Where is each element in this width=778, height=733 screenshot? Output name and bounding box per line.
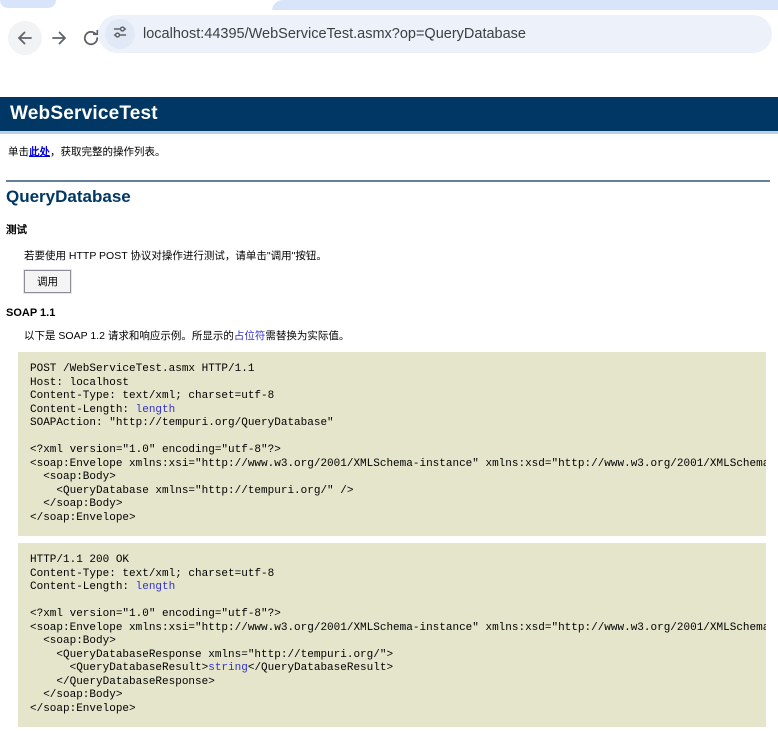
band-underline — [0, 131, 778, 134]
invoke-button[interactable]: 调用 — [24, 270, 71, 293]
address-bar[interactable]: localhost:44395/WebServiceTest.asmx?op=Q… — [98, 15, 772, 53]
site-settings-button[interactable] — [105, 19, 135, 49]
back-button[interactable] — [8, 21, 42, 55]
forward-arrow-icon — [49, 28, 69, 48]
soap-response-sample: HTTP/1.1 200 OK Content-Type: text/xml; … — [18, 543, 766, 727]
browser-toolbar: localhost:44395/WebServiceTest.asmx?op=Q… — [0, 10, 778, 55]
soap-desc-after: 需替换为实际值。 — [265, 330, 350, 342]
forward-button[interactable] — [42, 21, 76, 55]
intro-before: 单击 — [8, 146, 29, 158]
test-instruction: 若要使用 HTTP POST 协议对操作进行测试，请单击"调用"按钮。 — [24, 250, 327, 262]
soap-desc-placeholder-word: 占位符 — [233, 330, 266, 342]
placeholder-value: string — [208, 662, 248, 674]
url-text[interactable]: localhost:44395/WebServiceTest.asmx?op=Q… — [143, 26, 526, 42]
divider-rule — [6, 180, 770, 182]
operation-title: QueryDatabase — [6, 187, 131, 206]
soap11-description: 以下是 SOAP 1.2 请求和响应示例。所显示的占位符需替换为实际值。 — [24, 328, 778, 343]
placeholder-value: length — [135, 403, 176, 416]
operations-list-line: 单击此处，获取完整的操作列表。 — [8, 144, 778, 159]
operations-list-link[interactable]: 此处 — [29, 146, 50, 158]
soap-desc-before: 以下是 SOAP 1.2 请求和响应示例。所显示的 — [24, 330, 234, 342]
soap-request-sample: POST /WebServiceTest.asmx HTTP/1.1 Host:… — [18, 352, 766, 536]
soap11-heading: SOAP 1.1 — [6, 307, 56, 319]
inactive-tab-edge[interactable] — [0, 0, 56, 8]
placeholder-value: length — [135, 581, 176, 593]
site-settings-sliders-icon — [112, 24, 128, 45]
back-arrow-icon — [15, 28, 35, 48]
browser-window: localhost:44395/WebServiceTest.asmx?op=Q… — [0, 0, 778, 733]
page-content: WebServiceTest 单击此处，获取完整的操作列表。 QueryData… — [0, 97, 778, 733]
service-header-band: WebServiceTest — [0, 97, 778, 131]
tab-strip — [0, 0, 778, 11]
service-title: WebServiceTest — [10, 103, 158, 124]
test-heading: 测试 — [6, 224, 27, 236]
intro-after: ，获取完整的操作列表。 — [50, 146, 166, 158]
